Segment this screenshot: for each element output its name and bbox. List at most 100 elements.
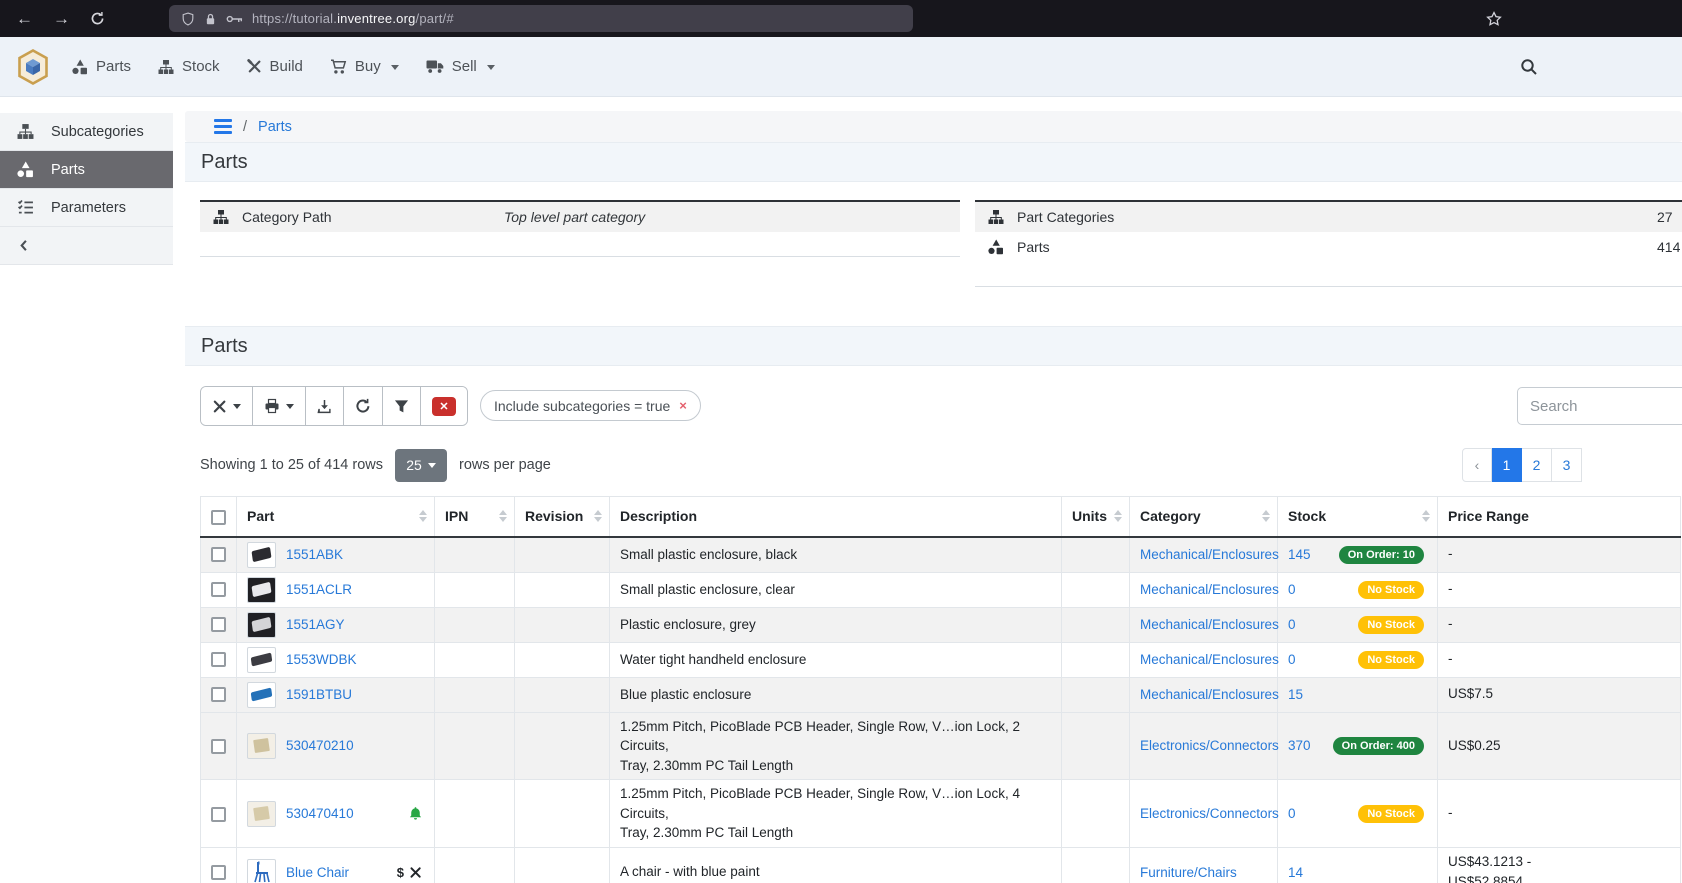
- clear-filters-button[interactable]: ✕: [421, 387, 467, 425]
- revision-cell: [515, 847, 610, 883]
- category-link[interactable]: Mechanical/Enclosures: [1140, 687, 1279, 702]
- stock-link[interactable]: 0: [1288, 582, 1296, 597]
- part-link[interactable]: 530470210: [286, 738, 354, 753]
- table-actions-button[interactable]: [201, 387, 253, 425]
- lock-icon[interactable]: [204, 12, 217, 26]
- overview-panel: Parts Category Path Top level part categ…: [185, 142, 1682, 317]
- row-checkbox[interactable]: [211, 547, 226, 562]
- search-input[interactable]: [1517, 387, 1682, 425]
- overview-panel-title: Parts: [185, 142, 1682, 182]
- column-header-stock[interactable]: Stock: [1278, 497, 1438, 537]
- menu-hamburger-icon[interactable]: [214, 119, 232, 134]
- stock-link[interactable]: 370: [1288, 738, 1311, 753]
- row-checkbox[interactable]: [211, 739, 226, 754]
- part-thumbnail[interactable]: [247, 801, 276, 827]
- stock-link[interactable]: 15: [1288, 687, 1303, 702]
- sidebar-collapse-button[interactable]: [0, 227, 173, 265]
- category-link[interactable]: Mechanical/Enclosures: [1140, 617, 1279, 632]
- description-cell: 1.25mm Pitch, PicoBlade PCB Header, Sing…: [610, 780, 1062, 848]
- select-all-checkbox[interactable]: [211, 510, 226, 525]
- column-header-revision[interactable]: Revision: [515, 497, 610, 537]
- part-thumbnail[interactable]: [247, 577, 276, 603]
- pagination-prev-button[interactable]: ‹: [1462, 448, 1492, 482]
- stock-link[interactable]: 0: [1288, 806, 1296, 821]
- row-checkbox[interactable]: [211, 652, 226, 667]
- sort-icon: [499, 510, 507, 522]
- browser-forward-icon[interactable]: →: [53, 10, 70, 27]
- part-indicator-icons: $: [397, 865, 424, 880]
- nav-item-stock[interactable]: Stock: [158, 58, 220, 75]
- part-link[interactable]: 1591BTBU: [286, 687, 352, 702]
- shield-icon[interactable]: [181, 12, 195, 26]
- column-header-category[interactable]: Category: [1130, 497, 1278, 537]
- nav-item-buy[interactable]: Buy: [330, 58, 399, 75]
- part-link[interactable]: 1551AGY: [286, 617, 345, 632]
- table-row: 1551AGY Plastic enclosure, grey Mechanic…: [201, 607, 1681, 642]
- row-checkbox[interactable]: [211, 617, 226, 632]
- pagination-page-3[interactable]: 3: [1552, 448, 1582, 482]
- ipn-cell: [435, 677, 515, 712]
- part-thumbnail[interactable]: [247, 733, 276, 759]
- category-link[interactable]: Mechanical/Enclosures: [1140, 547, 1279, 562]
- close-icon[interactable]: ×: [679, 398, 687, 413]
- dollar-icon: $: [397, 865, 404, 880]
- key-icon[interactable]: [226, 14, 243, 24]
- stock-link[interactable]: 0: [1288, 617, 1296, 632]
- part-thumbnail[interactable]: [247, 647, 276, 673]
- stock-link[interactable]: 0: [1288, 652, 1296, 667]
- nav-item-sell[interactable]: Sell: [426, 58, 495, 75]
- revision-cell: [515, 677, 610, 712]
- pagination-page-2[interactable]: 2: [1522, 448, 1552, 482]
- filter-button[interactable]: [383, 387, 421, 425]
- category-link[interactable]: Mechanical/Enclosures: [1140, 652, 1279, 667]
- refresh-button[interactable]: [344, 387, 383, 425]
- filter-chip[interactable]: Include subcategories = true ×: [480, 390, 701, 421]
- part-link[interactable]: Blue Chair: [286, 865, 349, 880]
- browser-back-icon[interactable]: ←: [16, 10, 33, 27]
- breadcrumb-link-parts[interactable]: Parts: [258, 119, 292, 135]
- part-link[interactable]: 530470410: [286, 806, 354, 821]
- browser-url-bar[interactable]: https://tutorial.inventree.org/part/#: [169, 5, 913, 32]
- toolbar-button-group: ✕: [200, 386, 468, 426]
- search-icon[interactable]: [1520, 58, 1538, 76]
- sidebar-item-subcategories[interactable]: Subcategories: [0, 113, 173, 151]
- part-link[interactable]: 1553WDBK: [286, 652, 357, 667]
- column-header-description[interactable]: Description: [610, 497, 1062, 537]
- stock-link[interactable]: 14: [1288, 865, 1303, 880]
- category-link[interactable]: Electronics/Connectors: [1140, 806, 1279, 821]
- description-cell: A chair - with blue paint: [610, 847, 1062, 883]
- bookmark-star-icon[interactable]: [1486, 11, 1502, 27]
- units-cell: [1062, 537, 1130, 573]
- units-cell: [1062, 677, 1130, 712]
- column-header-part[interactable]: Part: [237, 497, 435, 537]
- part-thumbnail[interactable]: [247, 542, 276, 568]
- row-checkbox[interactable]: [211, 807, 226, 822]
- row-checkbox[interactable]: [211, 865, 226, 880]
- part-thumbnail[interactable]: [247, 682, 276, 708]
- nav-item-build[interactable]: Build: [247, 58, 303, 75]
- column-header-ipn[interactable]: IPN: [435, 497, 515, 537]
- row-checkbox[interactable]: [211, 687, 226, 702]
- pagination-page-1[interactable]: 1: [1492, 448, 1522, 482]
- nav-item-parts[interactable]: Parts: [72, 58, 131, 75]
- part-link[interactable]: 1551ABK: [286, 547, 343, 562]
- sidebar-item-parameters[interactable]: Parameters: [0, 189, 173, 227]
- category-link[interactable]: Furniture/Chairs: [1140, 865, 1237, 880]
- download-button[interactable]: [306, 387, 344, 425]
- category-link[interactable]: Mechanical/Enclosures: [1140, 582, 1279, 597]
- table-header-row: Part IPN Revision Description Units Cate…: [201, 497, 1681, 537]
- stock-link[interactable]: 145: [1288, 547, 1311, 562]
- browser-reload-icon[interactable]: [90, 11, 105, 26]
- ipn-cell: [435, 607, 515, 642]
- column-header-price-range[interactable]: Price Range: [1438, 497, 1681, 537]
- part-thumbnail[interactable]: [247, 859, 276, 883]
- sidebar-item-parts[interactable]: Parts: [0, 151, 173, 189]
- part-link[interactable]: 1551ACLR: [286, 582, 352, 597]
- column-header-units[interactable]: Units: [1062, 497, 1130, 537]
- inventree-logo[interactable]: [16, 49, 50, 85]
- page-size-dropdown[interactable]: 25: [395, 449, 447, 482]
- part-thumbnail[interactable]: [247, 612, 276, 638]
- row-checkbox[interactable]: [211, 582, 226, 597]
- print-button[interactable]: [253, 387, 306, 425]
- category-link[interactable]: Electronics/Connectors: [1140, 738, 1279, 753]
